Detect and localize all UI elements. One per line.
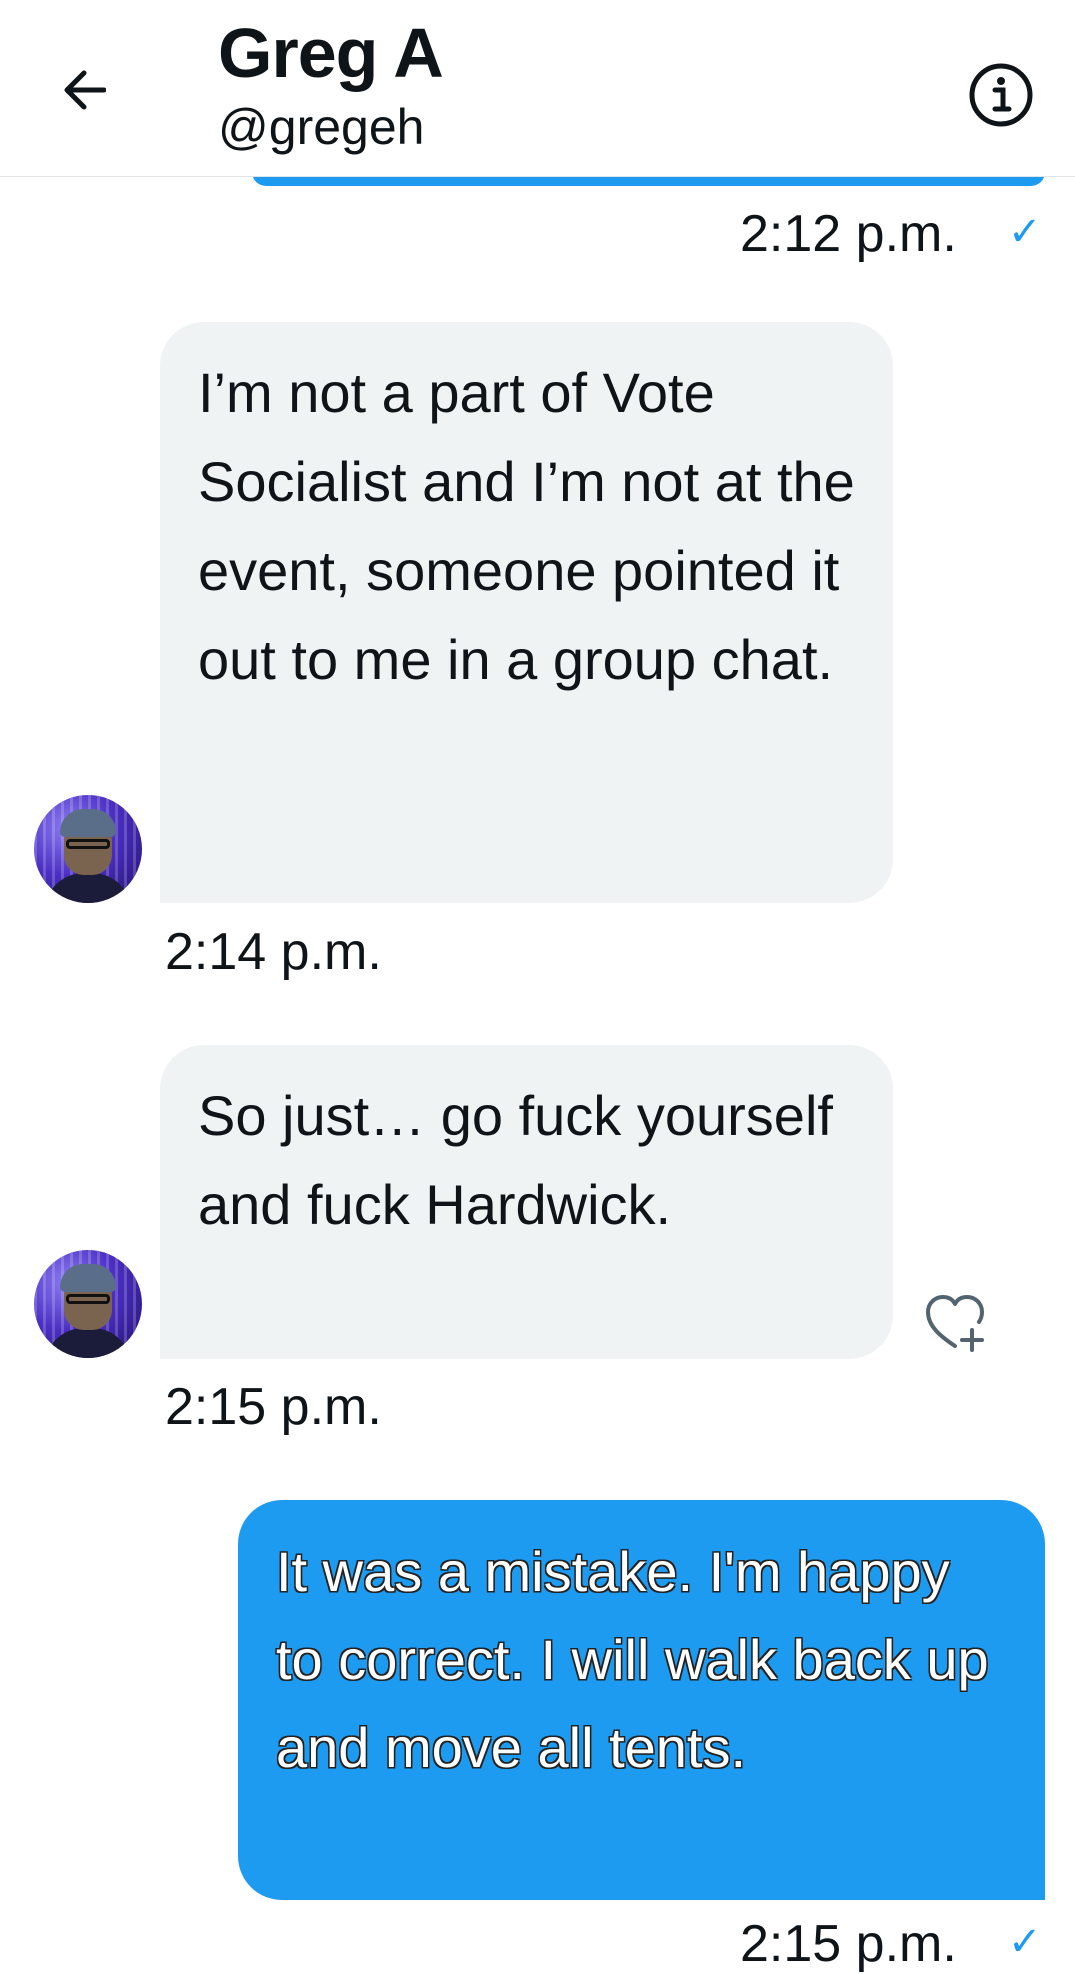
- message-text: It was a mistake. I'm happy to correct. …: [276, 1540, 989, 1779]
- info-button[interactable]: [968, 62, 1034, 128]
- arrow-left-icon: [64, 70, 106, 110]
- sent-check-icon: ✓: [1008, 1920, 1042, 1964]
- message-timestamp: 2:12 p.m.: [740, 205, 957, 263]
- avatar[interactable]: [34, 795, 142, 903]
- contact-name[interactable]: Greg A: [218, 8, 444, 98]
- message-timestamp: 2:15 p.m.: [740, 1915, 957, 1973]
- message-timestamp: 2:15 p.m.: [165, 1378, 382, 1436]
- sent-check-icon: ✓: [1008, 210, 1042, 254]
- outgoing-message-bubble[interactable]: It was a mistake. I'm happy to correct. …: [238, 1500, 1045, 1900]
- avatar[interactable]: [34, 1250, 142, 1358]
- message-text: So just… go fuck yourself and fuck Hardw…: [198, 1084, 833, 1236]
- heart-plus-icon: [926, 1295, 984, 1352]
- incoming-message-bubble[interactable]: So just… go fuck yourself and fuck Hardw…: [160, 1045, 893, 1359]
- info-circle-icon: [969, 63, 1033, 127]
- contact-handle[interactable]: @gregeh: [218, 94, 424, 160]
- incoming-message-bubble[interactable]: I’m not a part of Vote Socialist and I’m…: [160, 322, 893, 903]
- back-button[interactable]: [52, 58, 116, 122]
- message-text: I’m not a part of Vote Socialist and I’m…: [198, 361, 855, 691]
- add-reaction-button[interactable]: [922, 1290, 988, 1356]
- message-timestamp: 2:14 p.m.: [165, 923, 382, 981]
- conversation-header: Greg A @gregeh: [0, 0, 1075, 177]
